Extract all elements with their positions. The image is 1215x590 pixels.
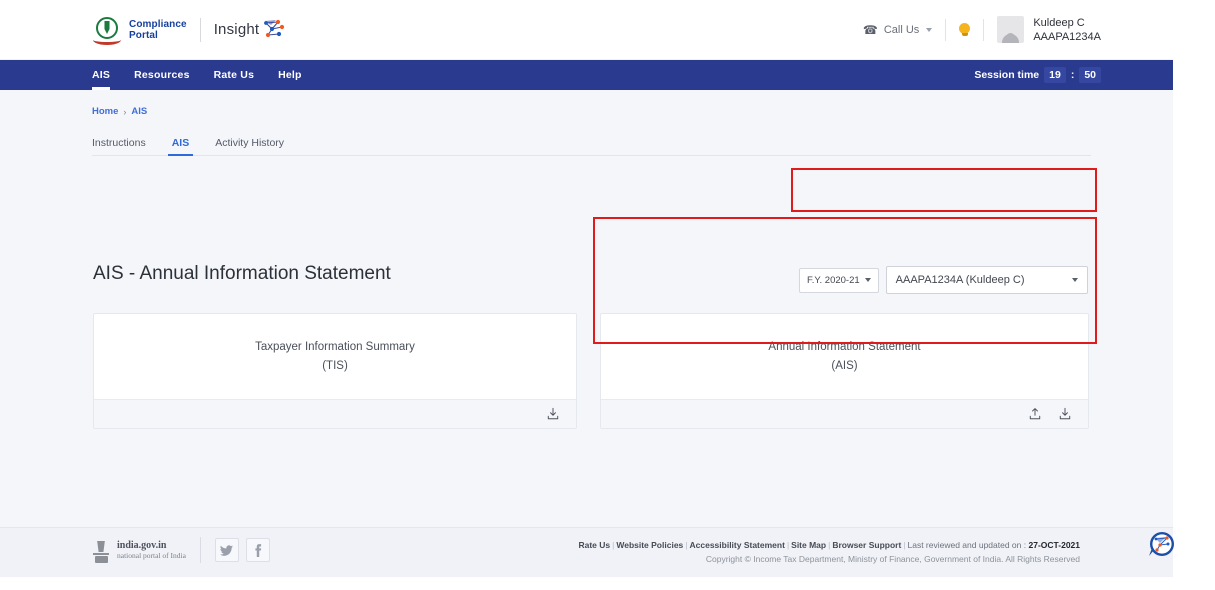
ais-card-subtitle: (AIS) xyxy=(831,359,858,372)
footer-link-website-policies[interactable]: Website Policies xyxy=(616,540,683,550)
breadcrumb: Home › AIS xyxy=(92,106,147,117)
nav-item-ais[interactable]: AIS xyxy=(92,60,111,90)
brand-divider xyxy=(199,17,201,42)
lightbulb-icon[interactable] xyxy=(959,23,971,36)
download-ais-button[interactable] xyxy=(1058,407,1072,421)
filter-controls: F.Y. 2020-21 AAAPA1234A (Kuldeep C) xyxy=(799,266,1088,294)
avatar[interactable] xyxy=(997,16,1025,43)
gov-subtitle: national portal of India xyxy=(117,551,186,560)
tab-activity-history[interactable]: Activity History xyxy=(215,137,284,155)
session-label: Session time xyxy=(974,69,1040,81)
copyright-text: Copyright © Income Tax Department, Minis… xyxy=(705,554,1080,564)
header-actions: ☎ Call Us Kuldeep C AAAPA1234A xyxy=(863,16,1101,44)
session-timer: Session time 19 : 50 xyxy=(974,67,1101,83)
network-graph-icon xyxy=(262,19,286,44)
page-footer: india.gov.in national portal of India Ra… xyxy=(0,527,1173,577)
breadcrumb-current: AIS xyxy=(131,106,148,117)
footer-link-browser-support[interactable]: Browser Support xyxy=(832,540,901,550)
content-area: Home › AIS Instructions AIS Activity His… xyxy=(0,90,1173,527)
footer-link-site-map[interactable]: Site Map xyxy=(791,540,826,550)
tab-bar: Instructions AIS Activity History xyxy=(92,128,1091,156)
pan-select[interactable]: AAAPA1234A (Kuldeep C) xyxy=(885,266,1088,294)
session-minutes: 19 xyxy=(1044,67,1066,83)
page-title: AIS - Annual Information Statement xyxy=(93,263,391,284)
tis-card-footer xyxy=(94,399,576,428)
brand-logo[interactable]: Compliance Portal Insight xyxy=(92,14,286,46)
top-header: Compliance Portal Insight ☎ Call Us Kuld… xyxy=(0,0,1173,60)
divider xyxy=(199,537,201,563)
ais-compliance-portal-page: Compliance Portal Insight ☎ Call Us Kuld… xyxy=(0,0,1215,590)
upload-ais-button[interactable] xyxy=(1028,407,1042,421)
chevron-down-icon xyxy=(864,278,871,282)
tis-card-title: Taxpayer Information Summary xyxy=(255,340,415,353)
tab-instructions[interactable]: Instructions xyxy=(92,137,146,155)
divider xyxy=(945,18,947,41)
footer-link-rate-us[interactable]: Rate Us xyxy=(578,540,610,550)
brand-line-1: Compliance xyxy=(129,18,187,30)
session-seconds: 50 xyxy=(1079,67,1101,83)
chevron-down-icon xyxy=(926,27,933,32)
nav-item-help[interactable]: Help xyxy=(278,60,302,90)
ais-card-footer xyxy=(601,399,1088,428)
breadcrumb-home[interactable]: Home xyxy=(92,106,118,117)
twitter-icon[interactable] xyxy=(214,538,239,562)
facebook-icon[interactable] xyxy=(245,538,270,562)
user-info[interactable]: Kuldeep C AAAPA1234A xyxy=(1033,16,1101,44)
insight-label: Insight xyxy=(213,21,260,38)
brand-text: Compliance Portal xyxy=(129,19,187,41)
breadcrumb-separator: › xyxy=(123,106,127,117)
nav-item-resources[interactable]: Resources xyxy=(134,60,190,90)
footer-link-accessibility-statement[interactable]: Accessibility Statement xyxy=(690,540,785,550)
phone-icon: ☎ xyxy=(862,22,878,37)
tis-card-body: Taxpayer Information Summary (TIS) xyxy=(94,314,576,399)
nav-items: AIS Resources Rate Us Help xyxy=(92,60,302,90)
insight-chat-badge-icon[interactable] xyxy=(1146,530,1176,560)
chevron-down-icon xyxy=(1071,278,1078,282)
ais-card-body: Annual Information Statement (AIS) xyxy=(601,314,1088,399)
financial-year-select[interactable]: F.Y. 2020-21 xyxy=(799,267,879,293)
last-reviewed-label: Last reviewed and updated on : xyxy=(907,540,1027,550)
main-navbar: AIS Resources Rate Us Help Session time … xyxy=(0,60,1173,90)
ais-card[interactable]: Annual Information Statement (AIS) xyxy=(600,313,1089,429)
footer-links: Rate Us | Website Policies | Accessibility S… xyxy=(578,540,1081,550)
tis-card[interactable]: Taxpayer Information Summary (TIS) xyxy=(93,313,577,429)
tab-ais[interactable]: AIS xyxy=(167,137,193,156)
footer-right: Rate Us | Website Policies | Accessibility S… xyxy=(578,539,1080,566)
user-pan: AAAPA1234A xyxy=(1033,30,1101,43)
ais-card-title: Annual Information Statement xyxy=(768,340,921,353)
session-separator: : xyxy=(1070,69,1075,81)
download-tis-button[interactable] xyxy=(546,407,560,421)
india-emblem-icon xyxy=(92,14,122,46)
pan-value: AAAPA1234A (Kuldeep C) xyxy=(895,274,1025,286)
user-name: Kuldeep C xyxy=(1033,16,1085,29)
brand-line-2: Portal xyxy=(129,29,158,41)
nav-item-rate-us[interactable]: Rate Us xyxy=(214,60,255,90)
call-us-button[interactable]: ☎ Call Us xyxy=(862,22,933,37)
gov-title: india.gov.in xyxy=(117,540,167,551)
divider xyxy=(983,18,985,41)
gov-portal-text[interactable]: india.gov.in national portal of India xyxy=(117,540,186,560)
financial-year-value: F.Y. 2020-21 xyxy=(807,274,860,286)
call-us-label: Call Us xyxy=(883,23,920,36)
tis-card-subtitle: (TIS) xyxy=(322,359,348,372)
footer-left: india.gov.in national portal of India xyxy=(92,537,277,563)
india-emblem-gray-icon xyxy=(92,537,110,563)
last-reviewed-date: 27-OCT-2021 xyxy=(1028,540,1081,550)
